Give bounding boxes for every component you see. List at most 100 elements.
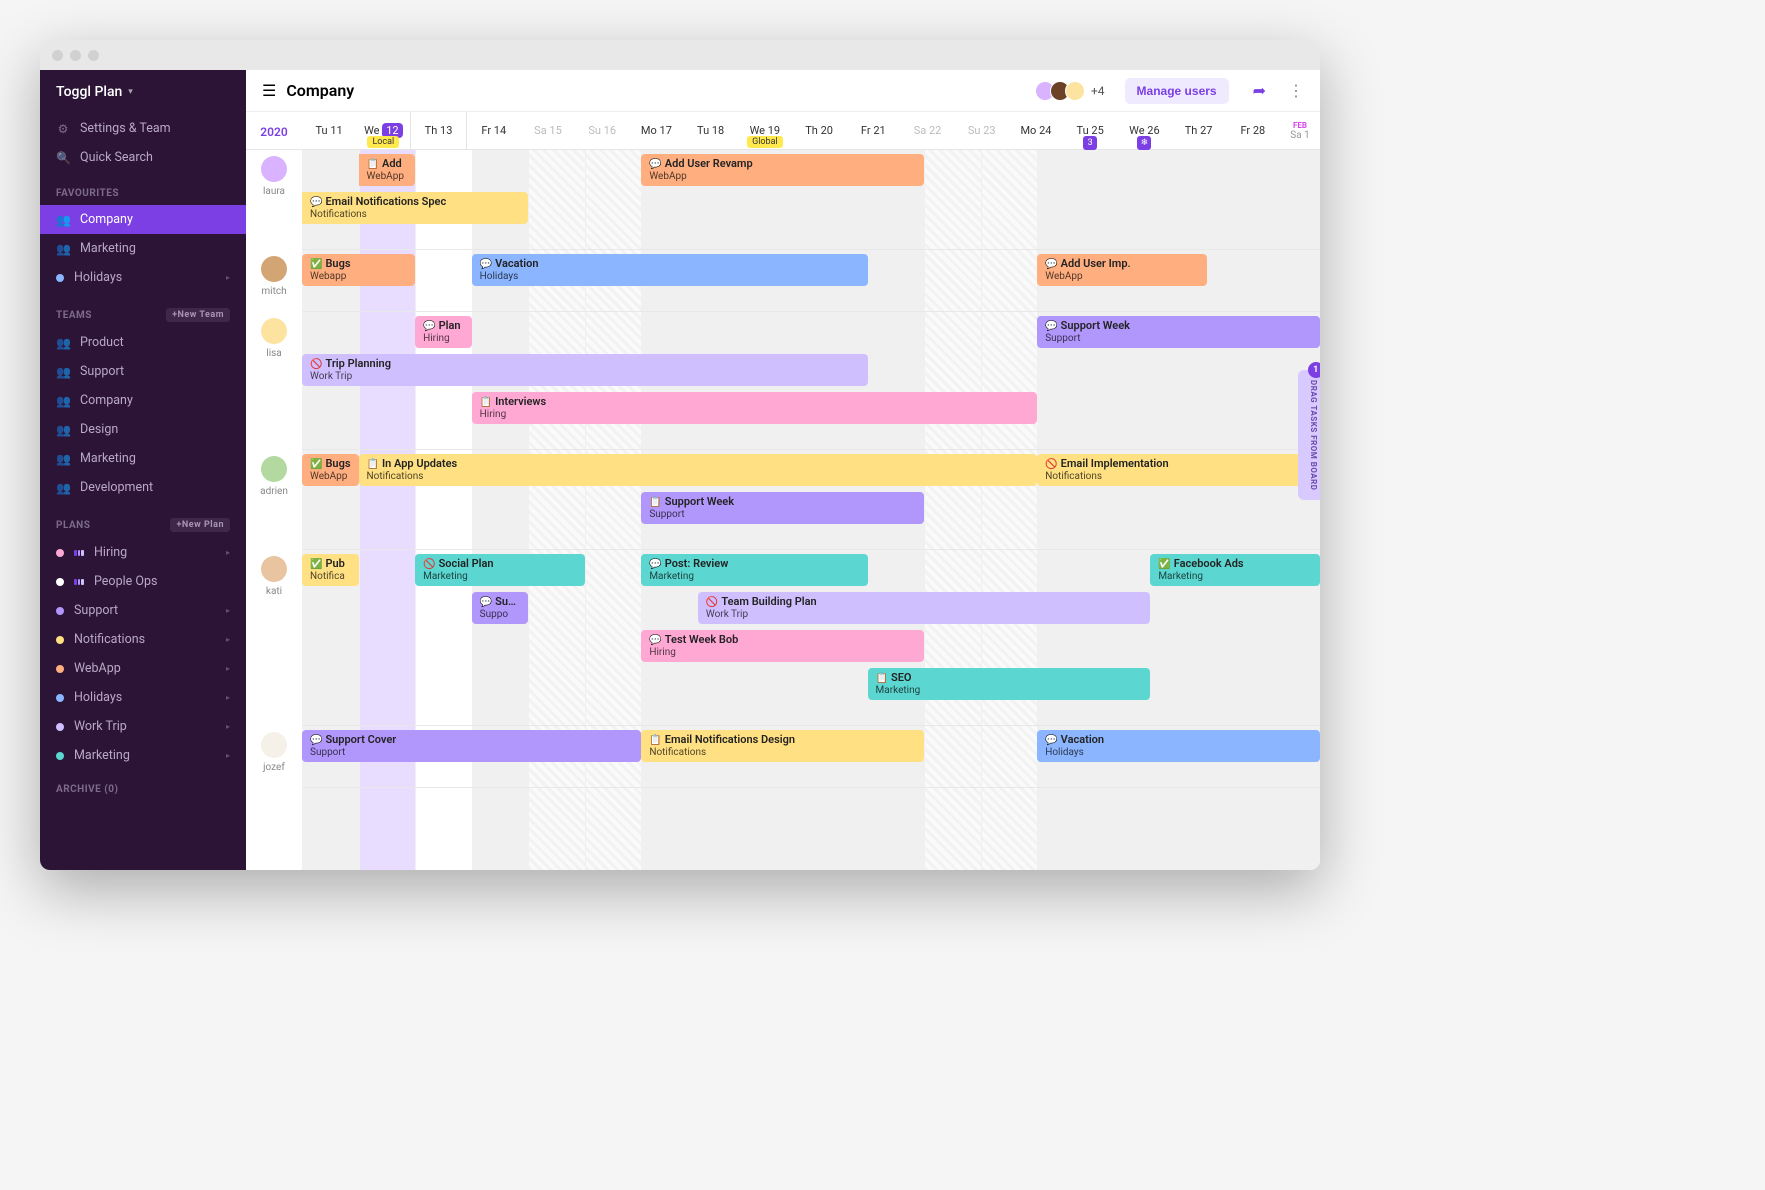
calendar-day[interactable]: Tu 253 [1063,112,1117,149]
sidebar-item-team[interactable]: 👥Development [40,473,246,502]
task-status-icon: 💬 [480,259,492,270]
task-card[interactable]: 🚫Team Building PlanWork Trip [698,592,1150,624]
calendar-day[interactable]: Mo 17 [629,112,683,149]
sidebar-item-plan[interactable]: Support▸ [40,596,246,625]
person-row-label[interactable]: lisa [246,312,302,450]
task-card[interactable]: 💬VacationHolidays [1037,730,1320,762]
task-card[interactable]: 🚫Social PlanMarketing [415,554,585,586]
day-label: Th 27 [1185,124,1213,137]
calendar-day[interactable]: We 26❄ [1117,112,1171,149]
calendar-day[interactable]: Fr 21 [846,112,900,149]
sidebar-item-team[interactable]: 👥Marketing [40,444,246,473]
person-row-label[interactable]: laura [246,150,302,250]
task-card[interactable]: 💬Support WeekSupport [1037,316,1320,348]
task-card[interactable]: 💬PlanHiring [415,316,472,348]
task-plan: Notifica [310,571,351,583]
people-icon: 👥 [56,394,70,408]
task-card[interactable]: ✅BugsWebapp [302,254,415,286]
task-title: ✅Bugs [310,257,407,271]
sidebar-item-team[interactable]: 👥Product [40,328,246,357]
task-card[interactable]: ✅BugsWebApp [302,454,359,486]
task-card[interactable]: 💬VacationHolidays [472,254,868,286]
task-card[interactable]: 🚫Email ImplementationNotifications [1037,454,1320,486]
sidebar-item-plan[interactable]: Hiring▸ [40,538,246,567]
timeline[interactable]: lauramitchlisa adrien katijozef 📋AddWebApp… [246,150,1320,870]
calendar-day[interactable]: Fr 28 [1226,112,1280,149]
sidebar-item-team[interactable]: 👥Support [40,357,246,386]
person-row-label[interactable]: kati [246,550,302,726]
task-card[interactable]: 📋Support WeekSupport [641,492,924,524]
calendar-day[interactable]: We 12Local [356,112,410,149]
sidebar-item-plan[interactable]: Work Trip▸ [40,712,246,741]
task-card[interactable]: 📋Email Notifications DesignNotifications [641,730,924,762]
person-row-label[interactable]: jozef [246,726,302,788]
calendar-day[interactable]: Sa 15 [521,112,575,149]
person-row-label[interactable]: mitch [246,250,302,312]
traffic-light-max[interactable] [88,50,99,61]
more-options-icon[interactable]: ⋮ [1288,81,1304,100]
share-icon[interactable]: ➦ [1253,81,1266,100]
task-card[interactable]: ✅Facebook AdsMarketing [1150,554,1320,586]
task-card[interactable]: ✅PubNotifica [302,554,359,586]
brand-switcher[interactable]: Toggl Plan ▾ [40,70,246,114]
calendar-day[interactable]: Tu 11 [302,112,356,149]
archive-section[interactable]: ARCHIVE (0) [40,770,246,809]
task-card[interactable]: 💬Email Notifications SpecNotifications [302,192,528,224]
person-row-label[interactable]: adrien [246,450,302,550]
traffic-light-close[interactable] [52,50,63,61]
task-card[interactable]: 📋SEOMarketing [868,668,1151,700]
task-card[interactable]: 💬Add User Imp.WebApp [1037,254,1207,286]
chevron-down-icon: ▾ [128,87,133,97]
section-favourites-header: FAVOURITES [40,172,246,205]
calendar-day[interactable]: Th 27 [1172,112,1226,149]
task-card[interactable]: 📋InterviewsHiring [472,392,1038,424]
task-card[interactable]: 💬Add User RevampWebApp [641,154,924,186]
task-card[interactable]: 💬Post: ReviewMarketing [641,554,867,586]
calendar-day[interactable]: Fr 14 [467,112,521,149]
sidebar-item-team[interactable]: 👥Company [40,386,246,415]
calendar-year[interactable]: 2020 [246,112,302,149]
menu-icon[interactable]: ☰ [262,81,276,100]
task-title: 🚫Social Plan [423,557,577,571]
task-card[interactable]: 📋In App UpdatesNotifications [359,454,1038,486]
person-name: adrien [260,486,288,497]
task-plan: Support [310,747,633,759]
sidebar-item-plan[interactable]: WebApp▸ [40,654,246,683]
calendar-day[interactable]: We 19Global [738,112,792,149]
drag-tasks-tab[interactable]: 1 DRAG TASKS FROM BOARD [1298,370,1320,500]
nav-search[interactable]: 🔍 Quick Search [40,143,246,172]
traffic-light-min[interactable] [70,50,81,61]
chevron-right-icon: ▸ [226,606,230,615]
calendar-day[interactable]: Tu 18 [684,112,738,149]
sidebar-item-plan[interactable]: Marketing▸ [40,741,246,770]
calendar-day[interactable]: Su 23 [955,112,1009,149]
new-plan-button[interactable]: +New Plan [170,518,230,532]
sidebar-item-plan[interactable]: People Ops [40,567,246,596]
sidebar-item-favourite[interactable]: Holidays▸ [40,263,246,292]
task-plan: Marketing [1158,571,1312,583]
calendar-day[interactable]: Th 20 [792,112,846,149]
task-plan: Notifications [1045,471,1312,483]
task-card[interactable]: 💬Test Week BobHiring [641,630,924,662]
avatar [261,256,287,282]
plan-dot-icon [56,723,64,731]
task-card[interactable]: 💬Support CoverSupport [302,730,641,762]
new-team-button[interactable]: +New Team [166,308,230,322]
sidebar-item-favourite[interactable]: 👥Company [40,205,246,234]
task-card[interactable]: 💬SuppSuppo [472,592,529,624]
task-card[interactable]: 📋AddWebApp [359,154,416,186]
people-icon: 👥 [56,423,70,437]
avatar-stack[interactable]: +4 [1040,81,1105,101]
task-status-icon: 💬 [423,321,435,332]
task-card[interactable]: 🚫Trip PlanningWork Trip [302,354,868,386]
nav-settings[interactable]: ⚙ Settings & Team [40,114,246,143]
calendar-day[interactable]: Th 13 [410,112,466,149]
calendar-day[interactable]: Sa 22 [900,112,954,149]
calendar-day[interactable]: Su 16 [575,112,629,149]
sidebar-item-favourite[interactable]: 👥Marketing [40,234,246,263]
sidebar-item-plan[interactable]: Notifications▸ [40,625,246,654]
calendar-day[interactable]: Mo 24 [1009,112,1063,149]
sidebar-item-team[interactable]: 👥Design [40,415,246,444]
sidebar-item-plan[interactable]: Holidays▸ [40,683,246,712]
manage-users-button[interactable]: Manage users [1125,78,1229,104]
